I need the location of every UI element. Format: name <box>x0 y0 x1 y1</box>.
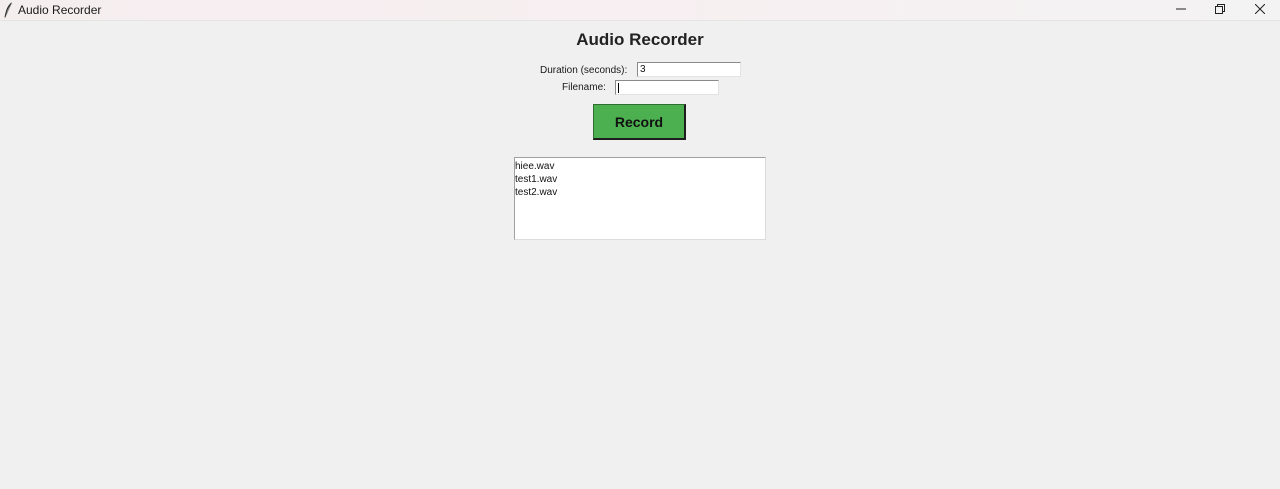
recordings-listbox[interactable]: hiee.wav test1.wav test2.wav <box>514 157 766 240</box>
close-icon <box>1254 1 1266 19</box>
filename-input[interactable] <box>615 80 719 95</box>
minimize-icon <box>1176 1 1186 19</box>
title-bar[interactable]: Audio Recorder <box>0 0 1280 21</box>
window-title: Audio Recorder <box>18 3 102 17</box>
list-item[interactable]: test2.wav <box>515 186 765 199</box>
list-item[interactable]: hiee.wav <box>515 160 765 173</box>
record-button[interactable]: Record <box>593 104 686 140</box>
maximize-button[interactable] <box>1200 0 1240 20</box>
filename-label: Filename: <box>562 82 606 93</box>
text-caret <box>618 83 619 93</box>
list-item[interactable]: test1.wav <box>515 173 765 186</box>
close-button[interactable] <box>1240 0 1280 20</box>
feather-icon <box>3 2 13 18</box>
minimize-button[interactable] <box>1161 0 1201 20</box>
restore-icon <box>1215 1 1225 19</box>
duration-label: Duration (seconds): <box>540 65 628 76</box>
app-window: Audio Recorder Audio Recorder Duration (… <box>0 0 1280 489</box>
duration-input[interactable]: 3 <box>637 62 741 77</box>
page-title: Audio Recorder <box>576 30 704 49</box>
